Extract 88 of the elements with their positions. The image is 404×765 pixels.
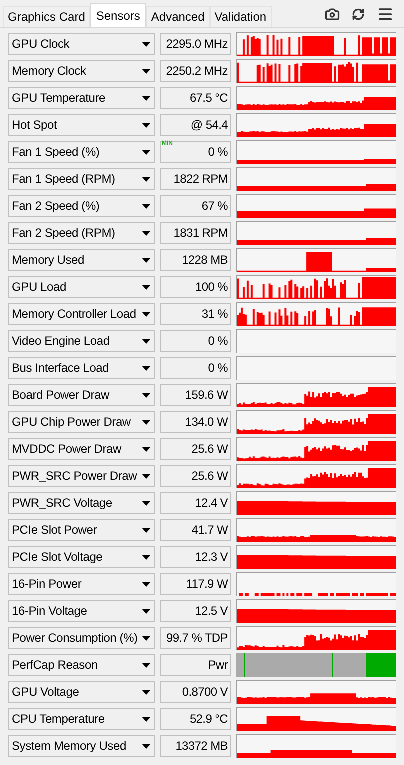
sensor-select[interactable]: PerfCap Reason [8, 654, 155, 676]
caret-icon [142, 500, 151, 506]
sensor-select[interactable]: Fan 1 Speed (%) [8, 141, 155, 163]
caret-icon [142, 716, 151, 722]
sensor-value: 1822 RPM [174, 172, 228, 186]
sensor-value: 31 % [202, 307, 228, 321]
sensor-value: 12.4 V [195, 496, 228, 510]
caret-icon [142, 42, 151, 46]
sensor-select[interactable]: Memory Controller Load [8, 303, 155, 325]
caret-icon [142, 582, 151, 586]
sensor-select[interactable]: GPU Temperature [8, 87, 155, 109]
sensor-value: 99.7 % TDP [166, 631, 228, 645]
caret-icon [142, 528, 151, 532]
tab[interactable]: Validation [210, 6, 272, 27]
sensor-select[interactable]: 16-Pin Voltage [8, 600, 155, 622]
sensor-value: 52.9 °C [190, 712, 228, 726]
caret-icon [142, 258, 151, 262]
sensor-value: 100 % [195, 280, 228, 294]
sensor-value: 12.3 V [195, 550, 228, 564]
caret-icon [142, 662, 151, 668]
tab[interactable]: Graphics Card [3, 6, 90, 27]
caret-icon [142, 636, 151, 640]
sensor-select[interactable]: Fan 1 Speed (RPM) [8, 168, 155, 190]
caret-icon [142, 366, 151, 370]
caret-icon [142, 68, 151, 74]
sensor-value: 67.5 °C [190, 91, 228, 105]
caret-icon [142, 338, 151, 344]
sensor-select[interactable]: GPU Load [8, 276, 155, 298]
caret-icon [142, 420, 151, 424]
caret-icon [142, 150, 151, 154]
refresh-icon[interactable] [352, 8, 365, 20]
sensor-value: 117.9 W [186, 577, 228, 591]
sensor-value: 2295.0 MHz [166, 37, 228, 51]
sensor-value: 159.6 W [185, 388, 228, 402]
tab[interactable]: Advanced [146, 6, 210, 27]
sensor-select[interactable]: Hot Spot [8, 114, 155, 136]
sensor-value: @ 54.4 [190, 118, 228, 132]
sensor-select[interactable]: PWR_SRC Power Draw [8, 465, 155, 487]
sensor-value: 0.8700 V [182, 685, 228, 699]
sensor-select[interactable]: Fan 2 Speed (RPM) [8, 222, 155, 244]
sensor-value: 1831 RPM [174, 226, 228, 240]
sensor-value: 67 % [202, 199, 228, 213]
sensor-value: 0 % [208, 361, 228, 375]
sensor-value: 12.5 V [195, 604, 228, 618]
sensor-select[interactable]: Power Consumption (%) [8, 627, 155, 649]
sensor-select[interactable]: CPU Temperature [8, 708, 155, 730]
sensor-value: 0 % [208, 145, 228, 159]
sensor-select[interactable]: GPU Clock [8, 33, 155, 55]
caret-icon [142, 176, 151, 182]
sensor-select[interactable]: Board Power Draw [8, 384, 155, 406]
caret-icon [142, 446, 151, 452]
caret-icon [142, 690, 151, 694]
sensor-value: Pwr [208, 658, 228, 672]
caret-icon [142, 554, 151, 560]
sensor-value: 0 % [208, 334, 228, 348]
caret-icon [142, 312, 151, 316]
caret-icon [142, 122, 151, 128]
sensor-value: 41.7 W [192, 523, 228, 537]
caret-icon [142, 744, 151, 748]
caret-icon [142, 230, 151, 236]
sensor-select[interactable]: PCIe Slot Voltage [8, 546, 155, 568]
sensor-select[interactable]: MVDDC Power Draw [8, 438, 155, 460]
sensor-select[interactable]: Fan 2 Speed (%) [8, 195, 155, 217]
sensor-select[interactable]: PCIe Slot Power [8, 519, 155, 541]
camera-icon[interactable] [325, 6, 340, 22]
sensor-value: 134.0 W [185, 415, 228, 429]
menu-icon[interactable] [377, 6, 394, 22]
sensor-select[interactable]: PWR_SRC Voltage [8, 492, 155, 514]
sensor-select[interactable]: Bus Interface Load [8, 357, 155, 379]
sensor-value: 25.6 W [192, 469, 228, 483]
caret-icon [142, 392, 151, 398]
sensor-select[interactable]: GPU Voltage [8, 681, 155, 703]
sensor-select[interactable]: GPU Chip Power Draw [8, 411, 155, 433]
caret-icon [142, 474, 151, 478]
sensor-select[interactable]: Memory Used [8, 249, 155, 271]
sensor-value: 2250.2 MHz [166, 64, 228, 78]
sensor-select[interactable]: Video Engine Load [8, 330, 155, 352]
caret-icon [142, 96, 151, 100]
caret-icon [142, 608, 151, 614]
caret-icon [142, 284, 151, 290]
caret-icon [142, 204, 151, 208]
sensor-select[interactable]: 16-Pin Power [8, 573, 155, 595]
sensor-value: 13372 MB [176, 739, 228, 753]
sensor-select[interactable]: Memory Clock [8, 60, 155, 82]
sensor-select[interactable]: System Memory Used [8, 735, 155, 757]
sensor-value: 1228 MB [182, 253, 228, 267]
tab[interactable]: Sensors [90, 3, 146, 27]
sensor-value: 25.6 W [192, 442, 228, 456]
